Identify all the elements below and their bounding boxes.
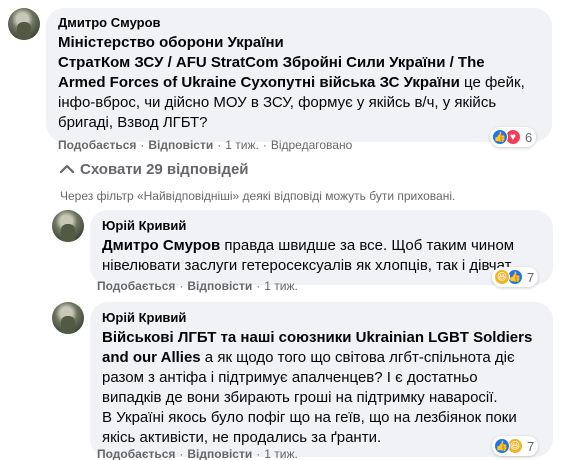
comment-line: Дмитро Смуров правда швидше за все. Щоб … xyxy=(102,236,541,256)
hide-replies-label: Сховати 29 відповідей xyxy=(80,161,249,178)
comment-line: Військові ЛГБТ та наші союзники Ukrainia… xyxy=(102,328,541,348)
comment-actions: Подобається · Відповісти · 1 тиж. xyxy=(97,279,298,293)
avatar[interactable] xyxy=(52,302,84,334)
mention-tag[interactable]: Військові ЛГБТ та наші союзники Ukrainia… xyxy=(102,329,532,346)
comment-line: якісь активісти, не продались за ґранти. xyxy=(102,428,541,448)
reaction-count: 6 xyxy=(525,129,533,145)
mention-tag[interactable]: and our Allies xyxy=(102,349,201,366)
reaction-summary[interactable]: 👍 ♥ 6 xyxy=(490,127,537,147)
separator-dot: · xyxy=(140,138,145,152)
reaction-count: 7 xyxy=(527,438,535,454)
avatar[interactable] xyxy=(52,210,84,242)
comment-line: нівелювати заслуги гетеросексуалів як хл… xyxy=(102,256,541,276)
comment-line-text: якісь активісти, не продались за ґранти. xyxy=(102,429,382,446)
comment-line-text: бригаді, Взвод ЛГБТ? xyxy=(58,114,208,131)
like-button[interactable]: Подобається xyxy=(97,279,175,293)
reaction-count: 7 xyxy=(527,269,535,285)
like-icon: 👍 xyxy=(494,438,510,454)
comment-main: Дмитро Смуров Міністерство оборони Украї… xyxy=(8,8,552,142)
comment-text: Дмитро Смуров правда швидше за все. Щоб … xyxy=(102,236,541,276)
comment-line: разом з антіфа і підтримує апалченцев? І… xyxy=(102,368,541,388)
avatar[interactable] xyxy=(8,8,40,40)
separator-dot: · xyxy=(256,279,261,293)
comment-actions: Подобається · Відповісти · 1 тиж. · Відр… xyxy=(58,138,352,152)
reaction-summary[interactable]: 😆 👍 7 xyxy=(492,267,539,287)
comment-line-text: В Україні якось було пофіг що на геїв, щ… xyxy=(102,409,517,426)
comment-line: Міністерство оборони України xyxy=(58,33,540,53)
edited-label: Відредаговано xyxy=(270,138,353,152)
comment-text: Міністерство оборони України СтратКом ЗС… xyxy=(58,33,540,133)
timestamp-link[interactable]: 1 тиж. xyxy=(264,447,298,460)
separator-dot: · xyxy=(217,138,222,152)
comment-author[interactable]: Дмитро Смуров xyxy=(58,15,540,31)
reply-button[interactable]: Відповісти xyxy=(187,447,252,460)
comment-actions: Подобається · Відповісти · 1 тиж. xyxy=(97,447,298,460)
timestamp-link[interactable]: 1 тиж. xyxy=(264,279,298,293)
comment-line-text: а як щодо того що світова лгбт-спільнота… xyxy=(200,349,515,366)
filter-note: Через фільтр «Найвідповідніші» деякі від… xyxy=(60,189,456,203)
comment-line: СтратКом ЗСУ / AFU StratCom Збройні Сили… xyxy=(58,53,540,73)
comment-bubble: Дмитро Смуров Міністерство оборони Украї… xyxy=(46,8,552,142)
comment-line-text: випадків де вони збирають гроші на підтр… xyxy=(102,389,498,406)
comment-line: інфо-вброс, чи дійсно МОУ в ЗСУ, формує … xyxy=(58,93,540,113)
comment-line: and our Allies а як щодо того що світова… xyxy=(102,348,541,368)
comment-line: Armed Forces of Ukraine Сухопутні військ… xyxy=(58,73,540,93)
comment-bubble: Юрій Кривий Дмитро Смуров правда швидше … xyxy=(90,210,553,285)
separator-dot: · xyxy=(262,138,267,152)
like-button[interactable]: Подобається xyxy=(97,447,175,460)
like-button[interactable]: Подобається xyxy=(58,138,136,152)
separator-dot: · xyxy=(179,279,184,293)
comment-line: В Україні якось було пофіг що на геїв, щ… xyxy=(102,408,541,428)
mention-tag[interactable]: Armed Forces of Ukraine Сухопутні військ… xyxy=(58,74,460,91)
mention-tag[interactable]: Дмитро Смуров xyxy=(102,237,220,254)
comment-line-text: разом з антіфа і підтримує апалченцев? І… xyxy=(102,369,478,386)
timestamp-link[interactable]: 1 тиж. xyxy=(225,138,259,152)
comment-bubble: Юрій Кривий Військові ЛГБТ та наші союзн… xyxy=(90,302,553,457)
reaction-summary[interactable]: 👍 😆 7 xyxy=(492,436,539,456)
reply-comment: Юрій Кривий Дмитро Смуров правда швидше … xyxy=(52,210,553,285)
separator-dot: · xyxy=(256,447,261,460)
comment-author[interactable]: Юрій Кривий xyxy=(102,310,541,326)
hide-replies-button[interactable]: Сховати 29 відповідей xyxy=(59,161,249,178)
reply-button[interactable]: Відповісти xyxy=(148,138,213,152)
comment-author[interactable]: Юрій Кривий xyxy=(102,218,541,234)
comment-text: Військові ЛГБТ та наші союзники Ukrainia… xyxy=(102,328,541,448)
mention-tag[interactable]: Міністерство оборони України xyxy=(58,34,284,51)
comment-line: випадків де вони збирають гроші на підтр… xyxy=(102,388,541,408)
comment-line-text: нівелювати заслуги гетеросексуалів як хл… xyxy=(102,257,514,274)
reply-button[interactable]: Відповісти xyxy=(187,279,252,293)
separator-dot: · xyxy=(179,447,184,460)
comment-line: бригаді, Взвод ЛГБТ? xyxy=(58,113,540,133)
reply-comment: Юрій Кривий Військові ЛГБТ та наші союзн… xyxy=(52,302,553,457)
like-icon: 👍 xyxy=(492,129,508,145)
comment-line-text: це фейк, xyxy=(459,74,525,91)
mention-tag[interactable]: СтратКом ЗСУ / AFU StratCom Збройні Сили… xyxy=(58,54,485,71)
comment-line-text: інфо-вброс, чи дійсно МОУ в ЗСУ, формує … xyxy=(58,94,497,111)
chevron-up-icon xyxy=(59,162,75,177)
haha-icon: 😆 xyxy=(494,269,510,285)
comment-line-text: правда швидше за все. Щоб таким чином xyxy=(220,237,515,254)
